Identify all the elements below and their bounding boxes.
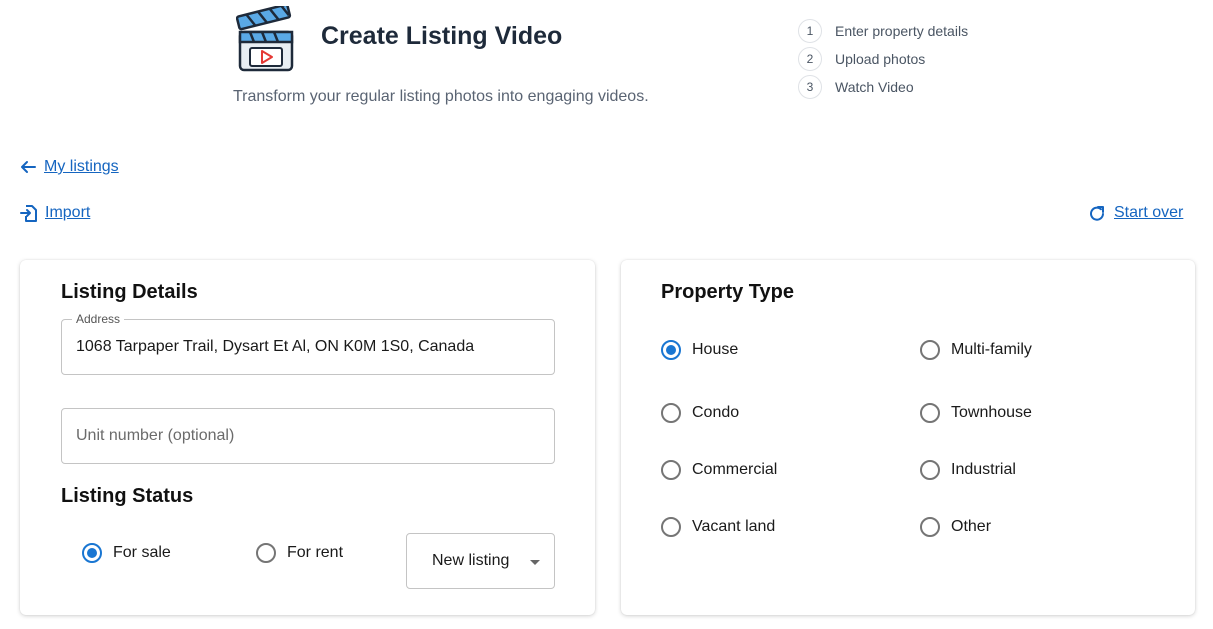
my-listings-label: My listings xyxy=(44,158,119,175)
radio-checked-icon xyxy=(661,340,681,360)
property-type-title: Property Type xyxy=(661,281,794,303)
radio-label: Condo xyxy=(692,404,740,421)
radio-label: Commercial xyxy=(692,461,778,478)
multi-family-radio[interactable]: Multi-family xyxy=(920,340,1032,360)
step-2: 2 Upload photos xyxy=(798,45,968,73)
radio-label: House xyxy=(692,341,739,358)
start-over-link[interactable]: Start over xyxy=(1089,204,1183,222)
radio-label: Townhouse xyxy=(951,404,1032,421)
radio-unchecked-icon xyxy=(920,460,940,480)
select-value: New listing xyxy=(432,552,510,569)
listing-details-card: Listing Details Address Listing Status F… xyxy=(20,260,595,615)
listing-details-title: Listing Details xyxy=(61,281,198,303)
vacant-land-radio[interactable]: Vacant land xyxy=(661,517,775,537)
address-input[interactable] xyxy=(76,320,540,374)
radio-unchecked-icon xyxy=(661,403,681,423)
commercial-radio[interactable]: Commercial xyxy=(661,460,777,480)
townhouse-radio[interactable]: Townhouse xyxy=(920,403,1032,423)
page-title: Create Listing Video xyxy=(321,22,563,50)
start-over-label: Start over xyxy=(1114,204,1184,221)
caret-down-icon xyxy=(530,560,540,565)
listing-status-title: Listing Status xyxy=(61,485,194,507)
unit-number-input[interactable] xyxy=(76,409,540,463)
unit-number-field[interactable] xyxy=(61,408,555,464)
import-icon xyxy=(20,204,37,222)
listing-status-select[interactable]: New listing xyxy=(406,533,555,589)
page-subtitle: Transform your regular listing photos in… xyxy=(233,88,649,105)
radio-unchecked-icon xyxy=(661,460,681,480)
radio-label: Vacant land xyxy=(692,518,776,535)
property-type-card: Property Type House Multi-family Condo T… xyxy=(621,260,1195,615)
refresh-icon xyxy=(1090,205,1104,221)
step-1: 1 Enter property details xyxy=(798,17,968,45)
for-sale-radio[interactable]: For sale xyxy=(82,543,171,563)
my-listings-link[interactable]: My listings xyxy=(20,158,119,176)
radio-label: Other xyxy=(951,518,992,535)
clapperboard-video-icon xyxy=(235,3,296,72)
arrow-left-icon xyxy=(21,161,36,173)
address-field[interactable]: Address xyxy=(61,312,555,375)
radio-checked-icon xyxy=(82,543,102,563)
step-label: Enter property details xyxy=(835,23,969,39)
other-radio[interactable]: Other xyxy=(920,517,991,537)
radio-unchecked-icon xyxy=(661,517,681,537)
step-number: 2 xyxy=(798,47,822,71)
for-rent-radio[interactable]: For rent xyxy=(256,543,343,563)
import-link[interactable]: Import xyxy=(20,204,90,222)
radio-label: For sale xyxy=(113,544,171,561)
step-number: 3 xyxy=(798,75,822,99)
step-number: 1 xyxy=(798,19,822,43)
radio-label: Industrial xyxy=(951,461,1016,478)
radio-unchecked-icon xyxy=(256,543,276,563)
house-radio[interactable]: House xyxy=(661,340,738,360)
radio-label: Multi-family xyxy=(951,341,1032,358)
radio-unchecked-icon xyxy=(920,340,940,360)
radio-unchecked-icon xyxy=(920,403,940,423)
import-label: Import xyxy=(45,204,91,221)
step-label: Watch Video xyxy=(835,79,914,95)
radio-label: For rent xyxy=(287,544,344,561)
step-3: 3 Watch Video xyxy=(798,73,968,101)
step-label: Upload photos xyxy=(835,51,926,67)
radio-unchecked-icon xyxy=(920,517,940,537)
condo-radio[interactable]: Condo xyxy=(661,403,739,423)
industrial-radio[interactable]: Industrial xyxy=(920,460,1016,480)
progress-steps: 1 Enter property details 2 Upload photos… xyxy=(798,17,968,101)
